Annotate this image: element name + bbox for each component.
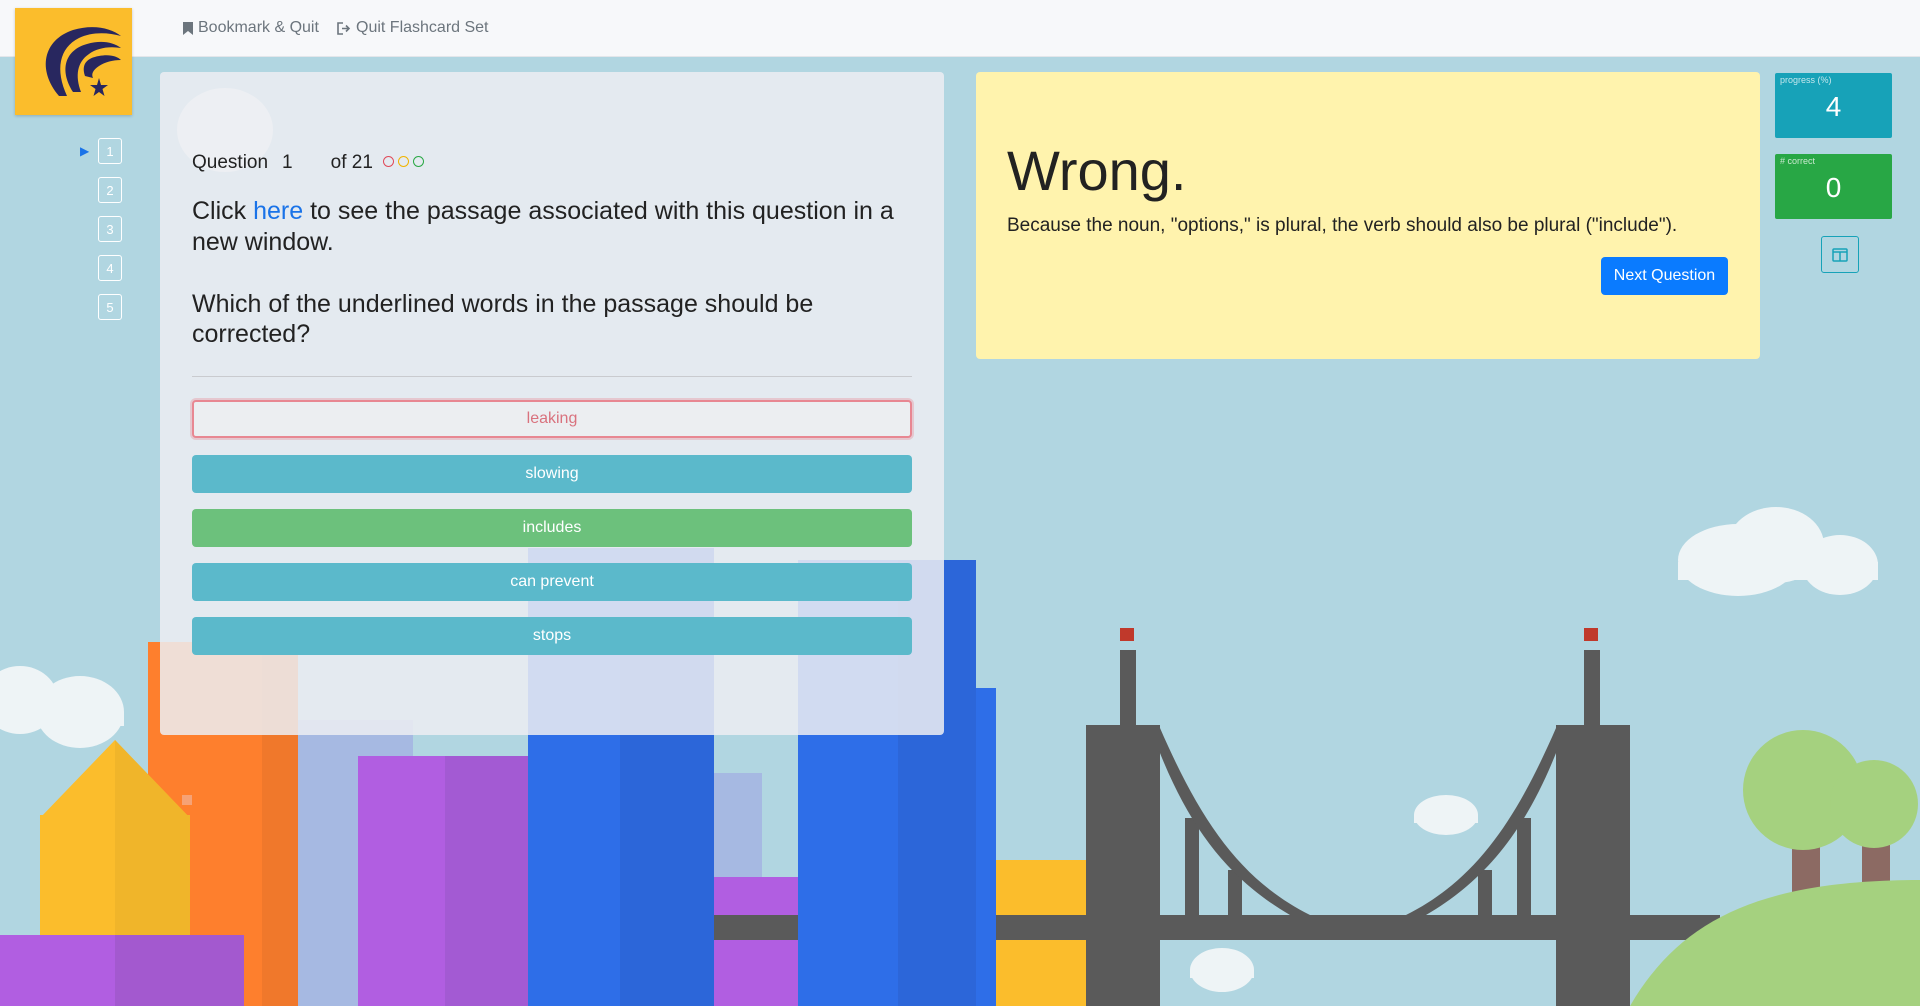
question-nav-item-2[interactable]: 2 bbox=[98, 177, 122, 203]
question-nav-item-1[interactable]: 1 bbox=[98, 138, 122, 164]
answer-option-slowing[interactable]: slowing bbox=[192, 455, 912, 493]
question-header: Question 1 of 21 bbox=[192, 152, 424, 174]
question-nav-item-3[interactable]: 3 bbox=[98, 216, 122, 242]
layout-toggle-button[interactable] bbox=[1821, 236, 1859, 273]
bookmark-icon bbox=[183, 21, 193, 35]
passage-link[interactable]: here bbox=[253, 197, 303, 225]
status-circle-green-icon bbox=[412, 156, 424, 168]
passage-text-pre: Click bbox=[192, 197, 254, 225]
question-panel: Question 1 of 21 Click here to see the pas… bbox=[160, 72, 944, 735]
answer-option-can-prevent[interactable]: can prevent bbox=[192, 563, 912, 601]
bookmark-quit-label: Bookmark & Quit bbox=[198, 19, 319, 36]
logo-mark-icon bbox=[45, 27, 121, 96]
question-total: of 21 bbox=[330, 152, 373, 173]
play-arrow-icon: ▶ bbox=[80, 144, 90, 158]
correct-value: 0 bbox=[1825, 172, 1842, 203]
feedback-panel: Wrong. Because the noun, "options," is p… bbox=[976, 72, 1760, 359]
correct-stat: # correct 0 bbox=[1775, 154, 1892, 219]
progress-label: progress (%) bbox=[1780, 75, 1832, 85]
question-number: 1 bbox=[282, 152, 293, 173]
status-circles bbox=[382, 156, 424, 168]
sign-out-icon bbox=[337, 21, 351, 35]
question-label: Question bbox=[192, 152, 269, 173]
quit-flashcard-set-label: Quit Flashcard Set bbox=[356, 19, 489, 36]
bookmark-quit-link[interactable]: Bookmark & Quit bbox=[183, 19, 319, 37]
correct-label: # correct bbox=[1780, 156, 1816, 166]
question-nav-item-5[interactable]: 5 bbox=[98, 294, 122, 320]
top-navigation-bar: Bookmark & Quit Quit Flashcard Set bbox=[0, 0, 1920, 57]
progress-value: 4 bbox=[1825, 91, 1842, 122]
feedback-title: Wrong. bbox=[1007, 139, 1187, 202]
app-logo[interactable] bbox=[15, 8, 132, 115]
answer-option-stops[interactable]: stops bbox=[192, 617, 912, 655]
columns-icon bbox=[1832, 247, 1848, 262]
feedback-explanation: Because the noun, "options," is plural, … bbox=[1007, 215, 1678, 236]
progress-stat: progress (%) 4 bbox=[1775, 73, 1892, 138]
answer-option-leaking[interactable]: leaking bbox=[192, 400, 912, 438]
quit-flashcard-set-link[interactable]: Quit Flashcard Set bbox=[337, 19, 489, 37]
answer-option-includes[interactable]: includes bbox=[192, 509, 912, 547]
divider bbox=[192, 376, 912, 377]
status-circle-red-icon bbox=[382, 156, 394, 168]
status-circle-yellow-icon bbox=[397, 156, 409, 168]
passage-instruction: Click here to see the passage associated… bbox=[192, 196, 912, 258]
question-nav-item-4[interactable]: 4 bbox=[98, 255, 122, 281]
question-prompt: Which of the underlined words in the pas… bbox=[192, 290, 814, 348]
next-question-button[interactable]: Next Question bbox=[1601, 257, 1728, 295]
